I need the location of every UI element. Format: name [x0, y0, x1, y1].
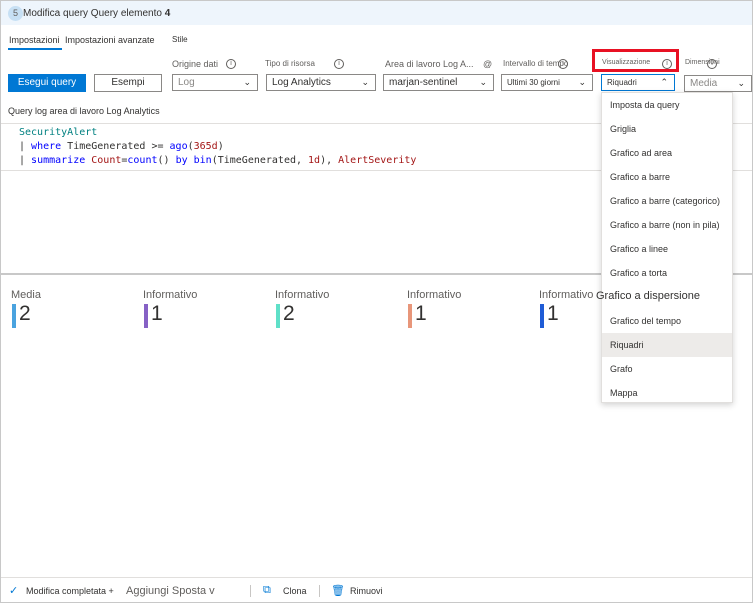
query-text: ) — [217, 141, 224, 152]
query-pipe: | — [19, 141, 32, 152]
size-value: Media — [690, 78, 718, 89]
menu-item-map[interactable]: Mappa — [602, 381, 732, 405]
tile-value: 1 — [151, 302, 163, 325]
tile-label: Informativo — [407, 289, 462, 301]
item-number: 4 — [164, 8, 171, 19]
menu-item-time-chart[interactable]: Grafico del tempo — [602, 309, 732, 333]
workspace-dropdown[interactable]: marjan-sentinel ⌄ — [383, 74, 494, 91]
editor-title-text: Modifica query Query elemento — [23, 8, 162, 19]
data-source-info-icon[interactable]: i — [226, 59, 236, 69]
resource-type-info-icon[interactable]: i — [334, 59, 344, 69]
query-editor-label: Query log area di lavoro Log Analytics — [8, 106, 160, 116]
query-column-count: Count — [85, 155, 122, 166]
editor-header: 5 Modifica query Query elemento 4 — [1, 1, 752, 25]
visualization-menu: Imposta da query Griglia Grafico ad area… — [601, 92, 733, 403]
chevron-down-icon: ⌄ — [737, 78, 745, 88]
query-line-3[interactable]: | summarize Count=count() by bin(TimeGen… — [19, 155, 416, 166]
query-text: TimeGenerated >= — [61, 141, 170, 152]
query-keyword-summarize: summarize — [31, 155, 86, 166]
footer-separator — [250, 585, 251, 597]
editor-footer: ✓ Modifica completata + Aggiungi Sposta … — [1, 577, 752, 602]
time-range-dropdown[interactable]: Ultimi 30 giorni ⌄ — [501, 74, 593, 91]
query-literal: 1d — [308, 155, 321, 166]
menu-item-bar-chart[interactable]: Grafico a barre — [602, 165, 732, 189]
trash-icon: 🗑 — [331, 585, 345, 597]
workspace-label: Area di lavoro Log A... — [385, 59, 474, 69]
query-keyword-by: by — [175, 155, 188, 166]
tile-value: 1 — [547, 302, 559, 325]
tile-label: Media — [11, 289, 41, 301]
tab-settings[interactable]: Impostazioni — [9, 35, 60, 45]
tile-color-bar — [12, 304, 16, 328]
run-query-button[interactable]: Esegui query — [8, 74, 86, 92]
add-move-button[interactable]: Aggiungi Sposta v — [126, 585, 215, 597]
tile-color-bar — [144, 304, 148, 328]
query-column-severity: AlertSeverity — [338, 155, 417, 166]
tile-label: Informativo — [143, 289, 198, 301]
query-text: ), — [320, 155, 339, 166]
footer-separator — [319, 585, 320, 597]
tile-value: 2 — [19, 302, 31, 325]
done-editing-button[interactable]: Modifica completata + — [26, 586, 114, 596]
menu-item-bar-chart-unstacked[interactable]: Grafico a barre (non in pila) — [602, 213, 732, 237]
checkmark-icon: ✓ — [9, 585, 19, 597]
resource-type-value: Log Analytics — [272, 77, 331, 88]
time-range-info-icon[interactable]: i — [558, 59, 568, 69]
visualization-highlight-box — [592, 49, 679, 72]
tile-label: Informativo — [539, 289, 594, 301]
visualization-dropdown[interactable]: Riquadri ⌃ — [601, 74, 675, 91]
menu-item-tiles[interactable]: Riquadri — [602, 333, 732, 357]
tab-advanced-settings[interactable]: Impostazioni avanzate — [65, 35, 155, 45]
resource-type-label: Tipo di risorsa — [265, 59, 315, 68]
tile-value: 2 — [283, 302, 295, 325]
chevron-down-icon: ⌄ — [578, 77, 586, 87]
menu-item-scatter-chart[interactable]: Grafico a dispersione — [596, 290, 700, 302]
query-text: (TimeGenerated, — [211, 155, 309, 166]
chevron-down-icon: ⌄ — [243, 77, 251, 87]
tile-color-bar — [276, 304, 280, 328]
size-info-icon[interactable]: i — [707, 59, 717, 69]
step-number-badge: 5 — [8, 6, 23, 21]
query-line-1[interactable]: SecurityAlert — [19, 127, 97, 138]
data-source-label: Origine dati — [172, 59, 219, 69]
query-table: SecurityAlert — [19, 127, 98, 138]
workspace-value: marjan-sentinel — [389, 77, 458, 88]
menu-item-grid[interactable]: Griglia — [602, 117, 732, 141]
menu-item-pie-chart[interactable]: Grafico a torta — [602, 261, 732, 285]
resource-type-dropdown[interactable]: Log Analytics ⌄ — [266, 74, 376, 91]
query-fn-bin: bin — [193, 155, 212, 166]
tile-color-bar — [408, 304, 412, 328]
clone-button[interactable]: Clona — [283, 586, 307, 596]
query-literal: 365d — [193, 141, 218, 152]
menu-item-bar-chart-categorical[interactable]: Grafico a barre (categorico) — [602, 189, 732, 213]
query-fn-count: count — [127, 155, 158, 166]
menu-item-area-chart[interactable]: Grafico ad area — [602, 141, 732, 165]
chevron-down-icon: ⌄ — [361, 77, 369, 87]
chevron-down-icon: ⌄ — [479, 77, 487, 87]
samples-button[interactable]: Esempi — [94, 74, 162, 92]
active-tab-indicator — [8, 48, 62, 50]
visualization-value: Riquadri — [607, 78, 637, 87]
remove-button[interactable]: Rimuovi — [350, 586, 383, 596]
query-line-2[interactable]: | where TimeGenerated >= ago(365d) — [19, 141, 224, 152]
menu-item-graph[interactable]: Grafo — [602, 357, 732, 381]
workspace-info-icon[interactable]: @ — [483, 59, 492, 69]
menu-item-line-chart[interactable]: Grafico a linee — [602, 237, 732, 261]
menu-item-set-by-query[interactable]: Imposta da query — [602, 93, 732, 117]
tab-style[interactable]: Stile — [172, 35, 188, 44]
query-pipe: | — [19, 155, 32, 166]
data-source-dropdown[interactable]: Log ⌄ — [172, 74, 258, 91]
size-dropdown[interactable]: Media ⌄ — [684, 75, 752, 92]
tile-value: 1 — [415, 302, 427, 325]
editor-title: Modifica query Query elemento 4 — [23, 8, 170, 19]
time-range-value: Ultimi 30 giorni — [507, 78, 560, 87]
chevron-up-icon: ⌃ — [660, 77, 668, 87]
data-source-value: Log — [178, 77, 195, 88]
tile-label: Informativo — [275, 289, 330, 301]
query-fn-ago: ago — [169, 141, 188, 152]
tile-color-bar — [540, 304, 544, 328]
query-keyword-where: where — [31, 141, 62, 152]
query-text: () — [157, 155, 176, 166]
copy-icon: ⧉ — [263, 584, 271, 596]
